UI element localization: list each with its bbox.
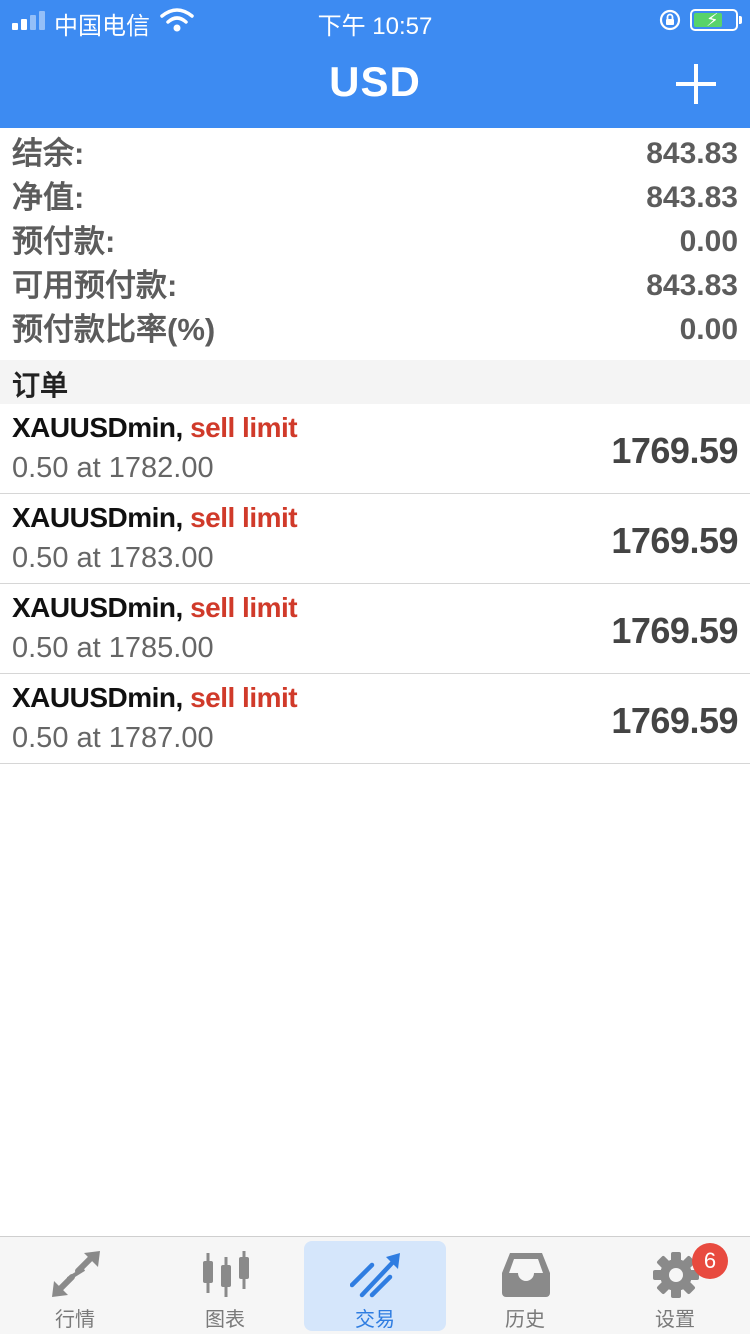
rotation-lock-icon [659,9,681,31]
tab-charts[interactable]: 图表 [154,1241,296,1331]
order-row[interactable]: XAUUSDmin, sell limit 0.50 at 1787.00 17… [0,674,750,764]
order-type: sell limit [190,592,298,623]
summary-row-equity: 净值: 843.83 [0,178,750,222]
notification-badge: 6 [692,1243,728,1279]
order-detail: 0.50 at 1783.00 [12,542,214,574]
summary-label: 预付款比率(%) [12,312,216,347]
order-type: sell limit [190,682,298,713]
order-type: sell limit [190,412,298,443]
order-current-price: 1769.59 [611,700,738,741]
order-current-price: 1769.59 [611,610,738,651]
candlestick-chart-icon [203,1251,249,1297]
tab-label: 行情 [55,1309,95,1331]
order-detail: 0.50 at 1782.00 [12,452,214,484]
battery-icon: ⚡ [690,9,742,31]
orders-list: XAUUSDmin, sell limit 0.50 at 1782.00 17… [0,404,750,764]
summary-label: 可用预付款: [12,268,178,303]
order-symbol: XAUUSDmin, [12,502,183,533]
tab-history[interactable]: 历史 [454,1241,596,1331]
summary-row-free-margin: 可用预付款: 843.83 [0,266,750,310]
summary-label: 净值: [12,180,85,215]
summary-row-balance: 结余: 843.83 [0,134,750,178]
summary-value: 0.00 [679,313,738,346]
summary-value: 0.00 [679,225,738,258]
order-detail: 0.50 at 1787.00 [12,722,214,754]
status-bar: 中国电信 下午 10:57 ⚡ [0,0,750,40]
trade-trend-icon [350,1253,400,1298]
tab-label: 图表 [205,1309,245,1331]
tab-trade[interactable]: 交易 [304,1241,446,1331]
tab-quotes[interactable]: 行情 [4,1241,146,1331]
order-row[interactable]: XAUUSDmin, sell limit 0.50 at 1782.00 17… [0,404,750,494]
order-row[interactable]: XAUUSDmin, sell limit 0.50 at 1783.00 17… [0,494,750,584]
summary-value: 843.83 [646,269,738,302]
tab-settings[interactable]: 6 设置 [604,1241,746,1331]
order-current-price: 1769.59 [611,520,738,561]
order-row[interactable]: XAUUSDmin, sell limit 0.50 at 1785.00 17… [0,584,750,674]
order-symbol: XAUUSDmin, [12,592,183,623]
order-type: sell limit [190,502,298,533]
summary-value: 843.83 [646,137,738,170]
orders-section-header: 订单 [0,360,750,404]
summary-value: 843.83 [646,181,738,214]
summary-row-margin-level: 预付款比率(%) 0.00 [0,310,750,354]
add-order-button[interactable] [676,64,716,104]
summary-label: 预付款: [12,224,116,259]
tab-label: 历史 [505,1309,545,1331]
tab-label: 交易 [355,1309,395,1331]
quotes-arrows-icon [52,1251,100,1297]
order-symbol: XAUUSDmin, [12,682,183,713]
status-time: 下午 10:57 [317,13,433,40]
header-bar: 中国电信 下午 10:57 ⚡ USD [0,0,750,128]
history-inbox-icon [502,1253,550,1297]
summary-label: 结余: [12,136,85,171]
section-title: 订单 [12,370,69,401]
tab-label: 设置 [655,1309,695,1331]
page-title: USD [329,58,421,105]
summary-row-margin: 预付款: 0.00 [0,222,750,266]
tab-bar: 行情 图表 交易 历史 6 设置 [0,1236,750,1334]
order-detail: 0.50 at 1785.00 [12,632,214,664]
account-summary: 结余: 843.83 净值: 843.83 预付款: 0.00 可用预付款: 8… [0,134,750,354]
order-current-price: 1769.59 [611,430,738,471]
app-screen: 中国电信 下午 10:57 ⚡ USD 结余: 843.83 净值: 843.8… [0,0,750,1334]
order-symbol: XAUUSDmin, [12,412,183,443]
